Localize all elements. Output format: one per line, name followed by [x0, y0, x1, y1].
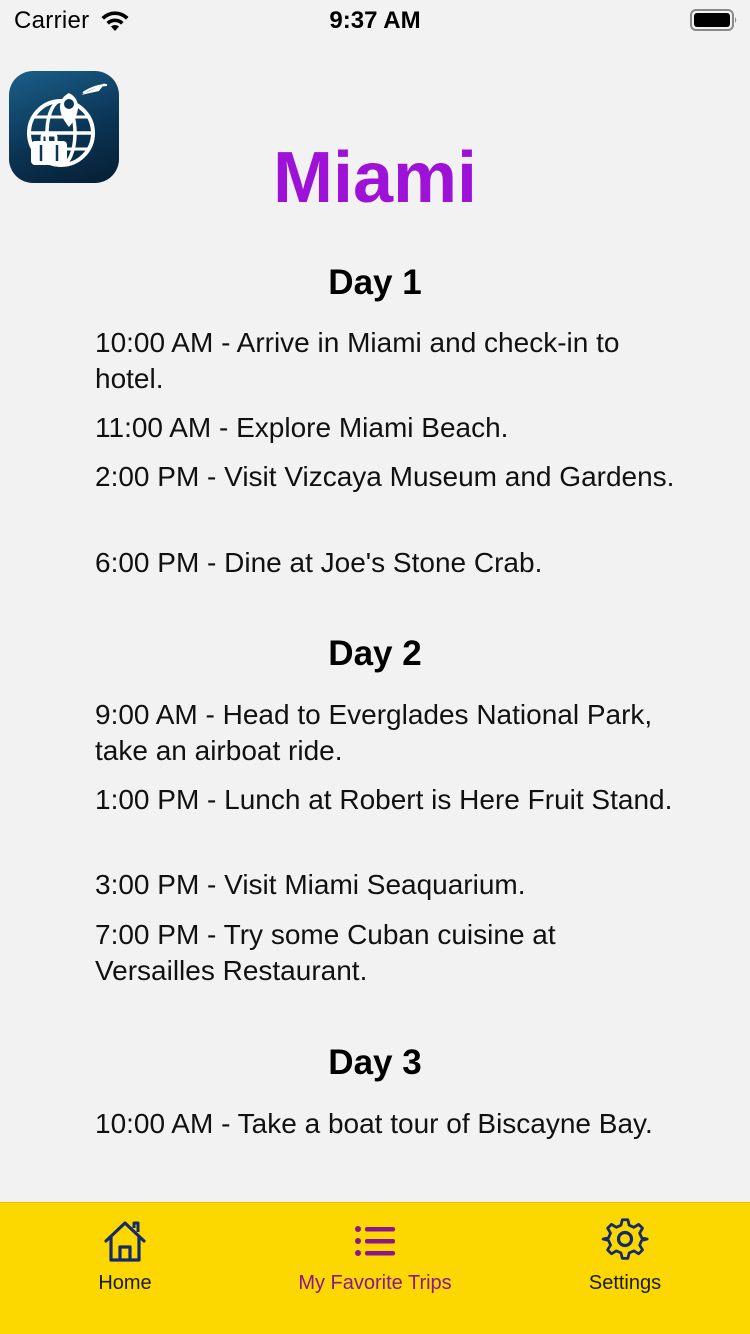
- activity-item: 3:00 PM - Visit Miami Seaquarium.: [95, 869, 526, 900]
- gear-icon: [601, 1218, 649, 1260]
- list-icon: [355, 1226, 395, 1256]
- activity-item: 9:00 AM - Head to Everglades National Pa…: [95, 699, 653, 766]
- activity-item: 10:00 AM - Arrive in Miami and check-in …: [95, 327, 620, 394]
- tab-home[interactable]: Home: [0, 1203, 250, 1313]
- house-icon: [104, 1221, 146, 1262]
- status-bar: Carrier 9:37 AM: [0, 0, 750, 40]
- screen: Carrier 9:37 AM Miami Day 1 10:00 AM - A…: [0, 0, 750, 1334]
- battery-icon: [690, 9, 737, 31]
- activity-item: 10:00 AM - Take a boat tour of Biscayne …: [95, 1108, 653, 1139]
- status-time: 9:37 AM: [329, 7, 421, 34]
- activity-item: 2:00 PM - Visit Vizcaya Museum and Garde…: [95, 461, 675, 492]
- day-heading: Day 1: [328, 263, 422, 302]
- tab-label: Home: [98, 1272, 152, 1294]
- tab-bar: Home My Favorite Trips Settings: [0, 1202, 750, 1334]
- activity-item: 7:00 PM - Try some Cuban cuisine at Vers…: [95, 919, 556, 986]
- page-title: Miami: [272, 138, 478, 218]
- tab-my-favorite-trips[interactable]: My Favorite Trips: [250, 1203, 500, 1313]
- activity-item: 6:00 PM - Dine at Joe's Stone Crab.: [95, 547, 543, 578]
- tab-label: Settings: [588, 1272, 662, 1294]
- tab-label: My Favorite Trips: [298, 1272, 452, 1294]
- tab-settings[interactable]: Settings: [500, 1203, 750, 1313]
- activity-item: 1:00 PM - Lunch at Robert is Here Fruit …: [95, 784, 673, 815]
- day-heading: Day 3: [328, 1043, 422, 1082]
- activity-item: 11:00 AM - Explore Miami Beach.: [95, 412, 509, 443]
- day-heading: Day 2: [328, 634, 422, 673]
